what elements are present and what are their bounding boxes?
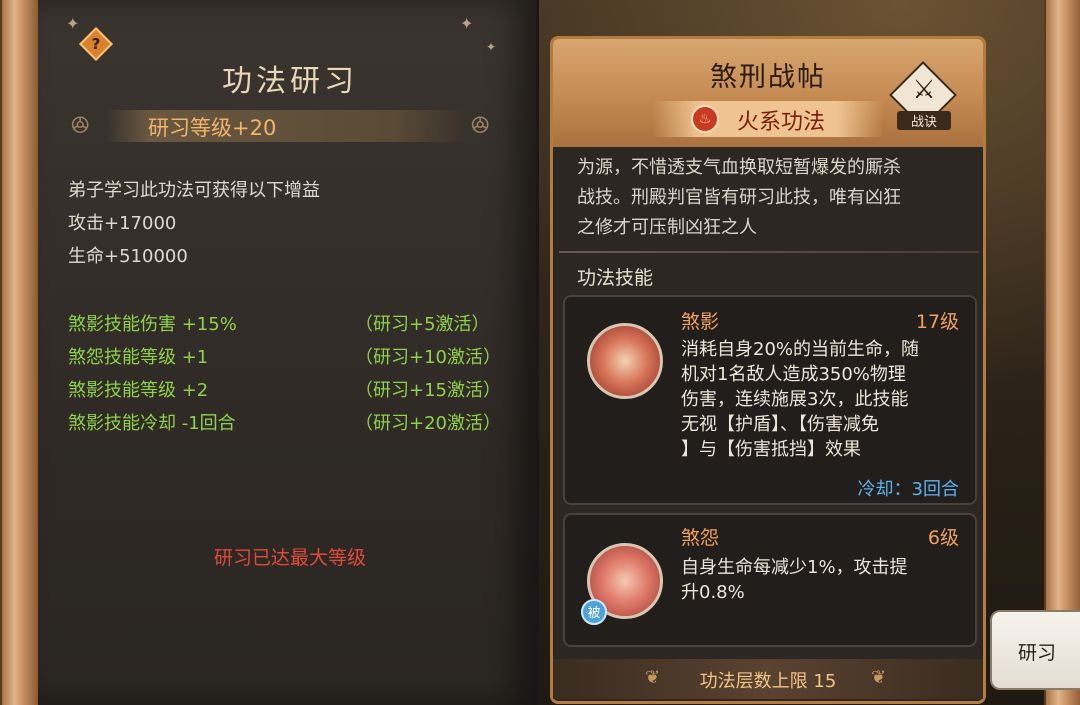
description-line: 战技。刑殿判官皆有研习此技，唯有凶狂 xyxy=(577,187,901,208)
skill-desc-line: 升0.8% xyxy=(681,582,745,603)
bonus-condition: （研习+20激活） xyxy=(355,413,501,434)
scroll-rod-right xyxy=(1044,0,1080,705)
skill-desc-line: 机对1名敌人造成350%物理 xyxy=(681,364,906,385)
bonus-condition: （研习+5激活） xyxy=(355,314,490,335)
card-header: 煞刑战帖 ♨ 火系功法 ⚔ 战诀 xyxy=(553,39,983,147)
skill-desc-line: 伤害，连续施展3次，此技能 xyxy=(681,389,909,410)
description-line: 为源，不惜透支气血换取短暂爆发的厮杀 xyxy=(577,157,901,178)
skill-level: 17级 xyxy=(915,311,959,333)
cloud-ornament-icon: ❦ xyxy=(871,667,887,688)
element-tag: ♨ 火系功法 xyxy=(653,101,883,137)
skill-description: 消耗自身20%的当前生命，随 机对1名敌人造成350%物理 伤害，连续施展3次，… xyxy=(681,337,971,462)
skill-desc-line: 消耗自身20%的当前生命，随 xyxy=(681,339,920,360)
badge-label: 战诀 xyxy=(897,111,951,130)
skill-description: 自身生命每减少1%，攻击提 升0.8% xyxy=(681,555,971,605)
scroll-rod-left xyxy=(0,0,40,705)
intro-text: 弟子学习此功法可获得以下增益 xyxy=(68,180,320,201)
bonus-condition: （研习+15激活） xyxy=(355,380,501,401)
sparkle-icon: ✦ xyxy=(460,14,474,33)
page-title: 功法研习 xyxy=(222,64,358,99)
technique-description: 为源，不惜透支气血换取短暂爆发的厮杀 战技。刑殿判官皆有研习此技，唯有凶狂 之修… xyxy=(577,153,977,243)
description-line: 之修才可压制凶狂之人 xyxy=(577,217,757,238)
skill-card[interactable]: 煞影 17级 消耗自身20%的当前生命，随 机对1名敌人造成350%物理 伤害，… xyxy=(563,295,977,505)
skill-desc-line: 】与【伤害抵挡】效果 xyxy=(681,439,861,460)
skill-desc-line: 自身生命每减少1%，攻击提 xyxy=(681,557,908,578)
bonus-row: 煞怨技能等级 +1 （研习+10激活） xyxy=(68,343,508,369)
bonus-effect: 煞怨技能等级 +1 xyxy=(68,347,209,368)
stat-health: 生命+510000 xyxy=(68,246,188,267)
bonus-row: 煞影技能冷却 -1回合 （研习+20激活） xyxy=(68,409,508,435)
combat-art-badge[interactable]: ⚔ 战诀 xyxy=(889,61,957,131)
bonus-effect: 煞影技能冷却 -1回合 xyxy=(68,413,236,434)
stat-attack: 攻击+17000 xyxy=(68,213,177,234)
shadow-slash-skill-icon xyxy=(587,323,663,399)
question-mark-icon: ? xyxy=(91,35,101,53)
study-button[interactable]: 研习 xyxy=(990,610,1080,690)
passive-badge: 被 xyxy=(581,599,607,625)
skills-section-title: 功法技能 xyxy=(577,267,654,289)
skill-card[interactable]: 被 煞怨 6级 自身生命每减少1%，攻击提 升0.8% xyxy=(563,513,977,647)
divider xyxy=(559,251,979,253)
element-label: 火系功法 xyxy=(737,110,826,135)
crossed-swords-icon: ⚔ xyxy=(912,75,936,105)
layer-limit-text: 功法层数上限 15 xyxy=(699,671,837,692)
study-button-label: 研习 xyxy=(1017,642,1056,664)
technique-card: 煞刑战帖 ♨ 火系功法 ⚔ 战诀 为源，不惜透支气血换取短暂爆发的厮杀 战技。刑… xyxy=(550,36,986,704)
study-level-text: 研习等级+20 xyxy=(148,116,277,140)
max-level-notice: 研习已达最大等级 xyxy=(213,547,366,569)
skill-cooldown: 冷却：3回合 xyxy=(857,479,959,500)
bonus-row: 煞影技能等级 +2 （研习+15激活） xyxy=(68,376,508,402)
skill-name: 煞怨 xyxy=(681,527,720,549)
study-level-banner: ꔮ ꔮ 研习等级+20 xyxy=(66,104,506,148)
bonus-effect: 煞影技能等级 +2 xyxy=(68,380,209,401)
bonus-row: 煞影技能伤害 +15% （研习+5激活） xyxy=(68,310,508,336)
sparkle-icon: ✦ xyxy=(486,40,497,54)
fire-element-icon: ♨ xyxy=(691,105,719,133)
sparkle-icon: ✦ xyxy=(66,14,80,33)
scroll-ornament-icon: ꔮ xyxy=(70,111,91,141)
skill-name: 煞影 xyxy=(681,311,720,333)
scroll-ornament-icon: ꔮ xyxy=(470,111,491,141)
skill-level: 6级 xyxy=(927,527,959,549)
layer-limit-footer: ❦ 功法层数上限 15 ❦ xyxy=(553,659,983,699)
skill-desc-line: 无视【护盾】、【伤害减免 xyxy=(681,414,879,435)
bonus-condition: （研习+10激活） xyxy=(355,347,501,368)
bonus-effect: 煞影技能伤害 +15% xyxy=(68,314,237,335)
